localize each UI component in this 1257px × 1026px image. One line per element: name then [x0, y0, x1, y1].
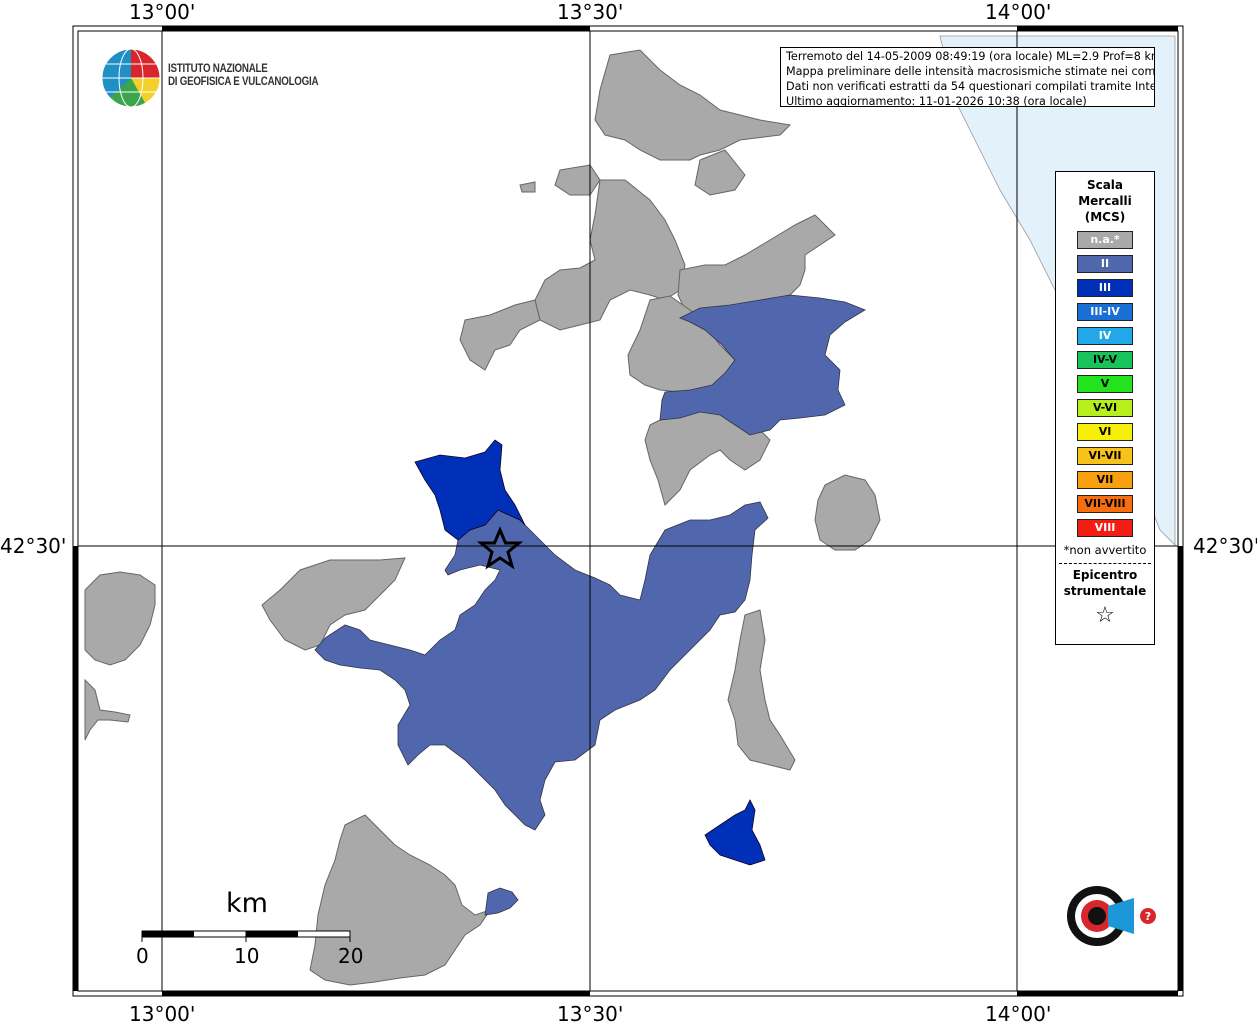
legend-title: Scala Mercalli (MCS) [1056, 177, 1154, 225]
event-info-line: Dati non verificati estratti da 54 quest… [786, 80, 1155, 93]
legend-note: *non avvertito [1063, 543, 1147, 557]
legend-swatch: n.a.* [1077, 231, 1133, 249]
municipality-ii [314, 501, 769, 831]
legend-swatch: VII-VIII [1077, 495, 1133, 513]
haisentito-logo-icon: ? [1067, 886, 1156, 946]
legend-swatch: III [1077, 279, 1133, 297]
scale-unit: km [226, 888, 268, 919]
scale-label: 20 [338, 944, 364, 968]
legend-swatch: VI-VII [1077, 447, 1133, 465]
legend-swatch: VI [1077, 423, 1133, 441]
event-info-line: Mappa preliminare delle intensità macros… [786, 65, 1155, 78]
coord-right: 42°30' [1193, 534, 1257, 558]
municipality-na [814, 474, 881, 551]
coord-top-2: 13°30' [557, 0, 624, 24]
coord-left: 42°30' [0, 534, 67, 558]
coord-bottom-3: 14°00' [985, 1002, 1052, 1026]
legend-title-line: Mercalli [1078, 194, 1132, 208]
event-info-box: Terremoto del 14-05-2009 08:49:19 (ora l… [780, 47, 1155, 107]
legend-star-icon: ☆ [1095, 603, 1115, 628]
legend-swatch: V [1077, 375, 1133, 393]
legend-swatch: V-VI [1077, 399, 1133, 417]
institute-name: ISTITUTO NAZIONALE DI GEOFISICA E VULCAN… [168, 63, 319, 89]
legend-swatch: III-IV [1077, 303, 1133, 321]
coord-top-1: 13°00' [129, 0, 196, 24]
institute-line-2: DI GEOFISICA E VULCANOLOGIA [168, 76, 319, 88]
municipality-na [554, 164, 601, 196]
legend-swatch: VII [1077, 471, 1133, 489]
legend-swatch: VIII [1077, 519, 1133, 537]
legend-title-line: Scala [1086, 178, 1124, 192]
legend-swatch: II [1077, 255, 1133, 273]
legend-swatch: IV [1077, 327, 1133, 345]
municipality-na [594, 49, 792, 161]
legend-epicentre-line: Epicentro [1072, 568, 1138, 582]
event-info-line: Terremoto del 14-05-2009 08:49:19 (ora l… [786, 50, 1155, 63]
scale-label: 0 [136, 944, 149, 968]
legend-swatches: n.a.* II III III-IV IV IV-V V V-VI VI VI-VII VII VI… [1056, 231, 1154, 537]
institute-line-1: ISTITUTO NAZIONALE [168, 63, 268, 75]
legend-swatch: IV-V [1077, 351, 1133, 369]
municipality-na [519, 181, 536, 193]
svg-text:?: ? [1145, 910, 1151, 923]
municipality-na [694, 149, 746, 196]
legend-epicentre-title: Epicentro strumentale [1056, 567, 1154, 599]
legend-separator [1059, 563, 1151, 564]
municipality-iii [704, 799, 766, 866]
municipality-ii [484, 887, 519, 916]
municipality-na [84, 571, 156, 666]
coord-top-3: 14°00' [985, 0, 1052, 24]
intensity-legend: Scala Mercalli (MCS) n.a.* II III III-IV IV I… [1055, 171, 1155, 645]
coord-bottom-2: 13°30' [557, 1002, 624, 1026]
haisentito-watermark: haisentitoilterremoto.it [0, 0, 9, 5]
municipality-na [84, 678, 131, 741]
municipality-na [459, 299, 541, 371]
municipality-na [309, 814, 492, 986]
event-info-line: Ultimo aggiornamento: 11-01-2026 10:38 (… [786, 95, 1087, 107]
ingv-logo-icon [101, 48, 161, 108]
scale-label: 10 [234, 944, 260, 968]
legend-epicentre-line: strumentale [1063, 584, 1147, 598]
coord-bottom-1: 13°00' [129, 1002, 196, 1026]
municipality-na [727, 609, 796, 771]
legend-title-line: (MCS) [1084, 210, 1126, 224]
